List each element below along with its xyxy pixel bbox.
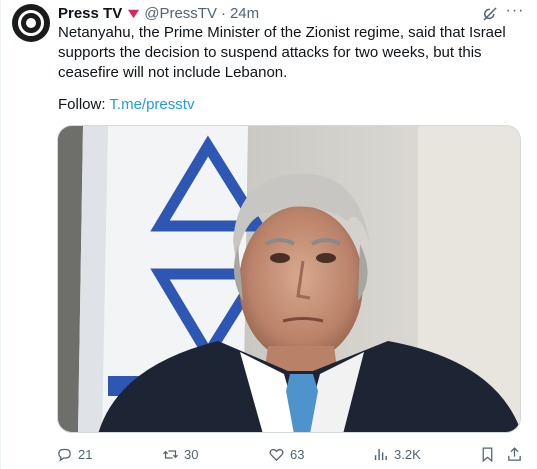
more-icon[interactable]: ··· <box>505 3 525 22</box>
reply-button[interactable]: 21 <box>56 443 92 465</box>
views-count: 3.2K <box>394 446 421 462</box>
tweet-header: Press TV @PressTV · 24m <box>58 3 259 23</box>
share-icon <box>508 446 521 461</box>
reply-count: 21 <box>78 446 93 462</box>
photo-image <box>58 126 520 432</box>
divider <box>0 0 1 469</box>
action-bar: 21 30 63 3.2K <box>50 443 530 465</box>
author-name[interactable]: Press TV <box>58 5 122 22</box>
views-button[interactable]: 3.2K <box>372 443 421 465</box>
like-button[interactable]: 63 <box>268 443 304 465</box>
like-icon <box>269 448 284 461</box>
author-handle[interactable]: @PressTV <box>144 5 217 22</box>
separator: · <box>220 4 226 22</box>
bookmark-icon <box>482 446 493 462</box>
avatar[interactable] <box>12 4 50 42</box>
verified-badge-icon <box>128 9 140 18</box>
repost-button[interactable]: 30 <box>162 443 198 465</box>
views-icon <box>374 448 387 460</box>
tweet-photo[interactable] <box>57 125 521 433</box>
follow-label: Follow: <box>58 96 110 113</box>
follow-link[interactable]: T.me/presstv <box>109 96 194 113</box>
timestamp[interactable]: 24m <box>230 5 259 22</box>
like-count: 63 <box>290 446 305 462</box>
reply-icon <box>58 448 71 462</box>
grok-icon[interactable] <box>481 5 499 23</box>
tweet-text: Netanyahu, the Prime Minister of the Zio… <box>58 24 506 81</box>
share-button[interactable] <box>506 443 528 465</box>
follow-line: Follow: T.me/presstv <box>58 95 194 115</box>
tweet[interactable]: Press TV @PressTV · 24m ··· Netanyahu, t… <box>0 0 537 469</box>
avatar-logo <box>18 10 44 36</box>
repost-icon <box>162 449 179 459</box>
repost-count: 30 <box>184 446 199 462</box>
bookmark-button[interactable] <box>479 443 501 465</box>
